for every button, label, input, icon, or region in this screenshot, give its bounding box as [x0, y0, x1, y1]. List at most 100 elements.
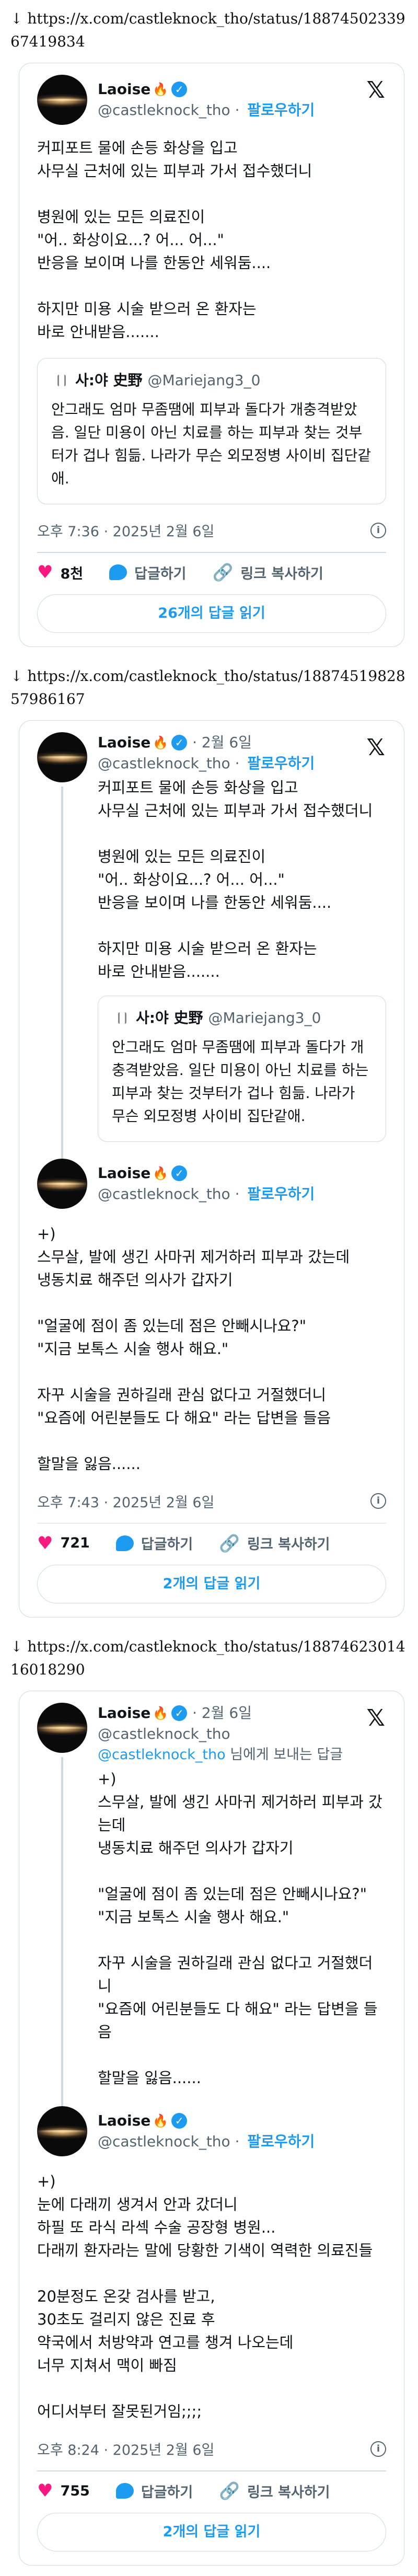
- quoted-tweet[interactable]: 사:야 史野 @Mariejang3_0 안그래도 엄마 무좀땜에 피부과 돌다…: [37, 358, 386, 504]
- link-icon: 🔗: [219, 1533, 240, 1553]
- quote-author-name: 사:야 史野: [75, 372, 143, 389]
- verified-badge-icon: ✓: [171, 734, 188, 750]
- link-icon: 🔗: [219, 2481, 240, 2501]
- parent-tweet[interactable]: Laoise 🔥 ✓ · 2월 6일 @castleknock_tho · 팔로…: [37, 732, 386, 1159]
- follow-button[interactable]: 팔로우하기: [247, 1185, 315, 1203]
- author-name[interactable]: Laoise: [98, 79, 150, 100]
- like-button[interactable]: ♥ 8천: [37, 562, 83, 583]
- follow-button[interactable]: 팔로우하기: [247, 101, 315, 119]
- tweet-timestamp[interactable]: 오후 7:43 · 2025년 2월 6일: [37, 1491, 214, 1511]
- tweet-card[interactable]: 𝕏 Laoise 🔥 ✓ @castleknock_tho · 팔로우하기 커피…: [19, 63, 404, 647]
- tweet-text: +) 스무살, 발에 생긴 사마귀 제거하러 피부과 갔는데 냉동치료 해주던 …: [37, 1225, 350, 1473]
- info-icon[interactable]: i: [370, 1493, 386, 1509]
- divider: [37, 552, 386, 553]
- x-logo-icon[interactable]: 𝕏: [367, 79, 385, 102]
- quote-text: 안그래도 엄마 무좀땜에 피부과 돌다가 개충격받았음. 일단 미용이 아닌 치…: [51, 401, 371, 487]
- read-replies-button[interactable]: 26개의 답글 읽기: [37, 594, 386, 633]
- copy-link-button[interactable]: 🔗 링크 복사하기: [219, 1533, 330, 1553]
- avatar[interactable]: [37, 1158, 87, 1209]
- tweet-timestamp[interactable]: 오후 8:24 · 2025년 2월 6일: [37, 2439, 214, 2459]
- author-name[interactable]: Laoise: [98, 732, 150, 753]
- flame-icon: 🔥: [153, 2113, 169, 2128]
- action-bar: ♥ 8천 답글하기 🔗 링크 복사하기: [37, 562, 386, 583]
- tweet-header: Laoise 🔥 ✓ @castleknock_tho · 팔로우하기: [37, 1158, 386, 1209]
- flame-icon: 🔥: [153, 735, 169, 750]
- like-count: 721: [60, 1535, 90, 1551]
- action-bar: ♥ 755 답글하기 🔗 링크 복사하기: [37, 2481, 386, 2501]
- source-url[interactable]: ↓ https://x.com/castleknock_tho/status/1…: [0, 1628, 418, 1681]
- heart-icon: ♥: [37, 562, 53, 583]
- tweet-header: Laoise 🔥 ✓ @castleknock_tho · 팔로우하기: [37, 75, 386, 125]
- reply-label: 답글하기: [141, 2484, 193, 2501]
- like-button[interactable]: ♥ 721: [37, 1534, 90, 1552]
- link-icon: 🔗: [212, 562, 234, 582]
- divider: [37, 1522, 386, 1523]
- author-name[interactable]: Laoise: [98, 2110, 150, 2131]
- tweet-text: +) 눈에 다래끼 생겨서 안과 갔더니 하필 또 라식 라섹 수술 공장형 병…: [37, 2173, 373, 2420]
- quoted-tweet[interactable]: 사:야 史野 @Mariejang3_0 안그래도 엄마 무좀땜에 피부과 돌다…: [98, 995, 386, 1142]
- avatar[interactable]: [37, 1703, 87, 1753]
- copy-link-button[interactable]: 🔗 링크 복사하기: [213, 562, 323, 583]
- thread-line: [61, 1757, 63, 2106]
- tweet-timestamp[interactable]: 오후 7:36 · 2025년 2월 6일: [37, 520, 214, 540]
- reply-bubble-icon: [115, 1535, 134, 1551]
- tweet-meta: 오후 7:36 · 2025년 2월 6일 i: [37, 520, 386, 540]
- tweet-text: 커피포트 물에 손등 화상을 입고 사무실 근처에 있는 피부과 가서 접수했더…: [37, 139, 312, 341]
- flame-icon: 🔥: [153, 1706, 169, 1720]
- quote-author-handle: @Mariejang3_0: [147, 372, 261, 389]
- quote-text: 안그래도 엄마 무좀땜에 피부과 돌다가 개충격받았음. 일단 미용이 아닌 치…: [112, 1038, 369, 1125]
- author-name[interactable]: Laoise: [98, 1703, 150, 1724]
- avatar[interactable]: [37, 732, 87, 782]
- tweet-card[interactable]: 𝕏 Laoise 🔥 ✓ · 2월 6일 @castleknock_tho · …: [19, 720, 404, 1618]
- quote-avatar-icon: [112, 1009, 130, 1027]
- tweet-text: 커피포트 물에 손등 화상을 입고 사무실 근처에 있는 피부과 가서 접수했더…: [98, 778, 373, 980]
- copy-link-label: 링크 복사하기: [240, 565, 323, 582]
- like-count: 8천: [60, 565, 84, 582]
- reply-label: 답글하기: [134, 565, 187, 582]
- main-tweet: Laoise 🔥 ✓ @castleknock_tho · 팔로우하기 +) 눈…: [37, 2106, 386, 2551]
- read-replies-button[interactable]: 2개의 답글 읽기: [37, 1565, 386, 1603]
- tweet-date[interactable]: · 2월 6일: [192, 732, 252, 753]
- tweet-section-2: ↓ https://x.com/castleknock_tho/status/1…: [0, 657, 418, 1618]
- author-name[interactable]: Laoise: [98, 1163, 150, 1184]
- reply-to-suffix: 님에게 보내는 답글: [225, 1747, 343, 1763]
- author-handle[interactable]: @castleknock_tho: [98, 1725, 230, 1742]
- verified-badge-icon: ✓: [171, 1705, 188, 1721]
- info-icon[interactable]: i: [370, 522, 386, 538]
- info-icon[interactable]: i: [370, 2441, 386, 2457]
- follow-button[interactable]: 팔로우하기: [247, 2133, 315, 2150]
- parent-tweet[interactable]: Laoise 🔥 ✓ · 2월 6일 @castleknock_tho @cas…: [37, 1703, 386, 2106]
- reply-button[interactable]: 답글하기: [109, 562, 187, 583]
- follow-button[interactable]: 팔로우하기: [247, 755, 315, 772]
- verified-badge-icon: ✓: [171, 2113, 188, 2129]
- x-logo-icon[interactable]: 𝕏: [367, 1707, 385, 1730]
- source-url[interactable]: ↓ https://x.com/castleknock_tho/status/1…: [0, 0, 418, 53]
- author-handle[interactable]: @castleknock_tho: [98, 2133, 230, 2150]
- like-count: 755: [60, 2482, 90, 2499]
- reply-to-handle[interactable]: @castleknock_tho: [98, 1747, 226, 1763]
- like-button[interactable]: ♥ 755: [37, 2482, 90, 2500]
- divider: [37, 2470, 386, 2471]
- quote-avatar-icon: [51, 372, 69, 389]
- x-logo-icon[interactable]: 𝕏: [367, 736, 385, 759]
- author-handle[interactable]: @castleknock_tho: [98, 755, 230, 772]
- copy-link-label: 링크 복사하기: [247, 1537, 330, 1553]
- copy-link-button[interactable]: 🔗 링크 복사하기: [219, 2481, 330, 2501]
- reply-button[interactable]: 답글하기: [115, 1533, 193, 1553]
- author-handle[interactable]: @castleknock_tho: [98, 101, 230, 119]
- main-tweet: Laoise 🔥 ✓ @castleknock_tho · 팔로우하기 +) 스…: [37, 1158, 386, 1603]
- avatar[interactable]: [37, 75, 87, 125]
- author-block: Laoise 🔥 ✓ @castleknock_tho · 팔로우하기: [98, 79, 315, 121]
- reply-button[interactable]: 답글하기: [115, 2481, 193, 2501]
- heart-icon: ♥: [37, 2480, 53, 2501]
- action-bar: ♥ 721 답글하기 🔗 링크 복사하기: [37, 1533, 386, 1553]
- tweet-date[interactable]: · 2월 6일: [192, 1703, 252, 1724]
- quote-author-handle: @Mariejang3_0: [208, 1009, 321, 1026]
- verified-badge-icon: ✓: [171, 82, 188, 97]
- author-handle[interactable]: @castleknock_tho: [98, 1185, 230, 1203]
- source-url[interactable]: ↓ https://x.com/castleknock_tho/status/1…: [0, 657, 418, 711]
- read-replies-button[interactable]: 2개의 답글 읽기: [37, 2512, 386, 2551]
- avatar[interactable]: [37, 2106, 87, 2156]
- tweet-card[interactable]: 𝕏 Laoise 🔥 ✓ · 2월 6일 @castleknock_tho @c…: [19, 1691, 404, 2566]
- tweet-text: +) 스무살, 발에 생긴 사마귀 제거하러 피부과 갔는데 냉동치료 해주던 …: [98, 1770, 382, 2087]
